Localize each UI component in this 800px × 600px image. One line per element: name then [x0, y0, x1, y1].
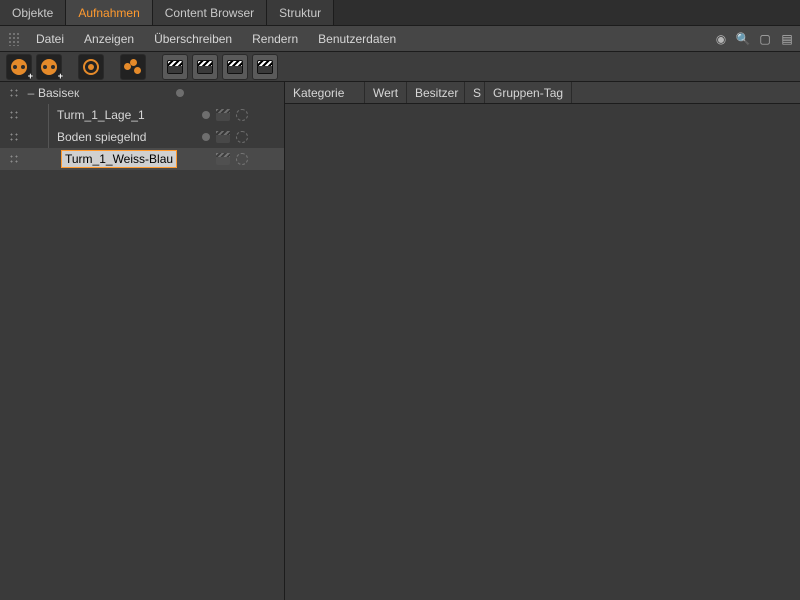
tree-row-boden[interactable]: Boden spiegelnd	[0, 126, 284, 148]
col-besitzer[interactable]: Besitzer	[407, 82, 465, 103]
clapper-icon	[227, 60, 243, 74]
gear-icon[interactable]	[236, 131, 248, 143]
col-s[interactable]: S	[465, 82, 485, 103]
visibility-icon[interactable]	[9, 132, 19, 142]
tab-aufnahmen[interactable]: Aufnahmen	[66, 0, 152, 25]
tree-label: Turm_1_Lage_1	[57, 108, 145, 122]
gear-icon[interactable]	[236, 109, 248, 121]
gear-icon[interactable]	[236, 153, 248, 165]
visibility-icon[interactable]	[9, 154, 19, 164]
molecule-icon	[124, 59, 142, 75]
clapper-icon	[167, 60, 183, 74]
body-area: – Basis ек Turm_1_Lage_1 Boden spiegelnd	[0, 82, 800, 600]
detail-header: Kategorie Wert Besitzer S Gruppen-Tag	[285, 82, 800, 104]
clapper-2-button[interactable]	[192, 54, 218, 80]
clapper-4-button[interactable]	[252, 54, 278, 80]
col-gruppen-tag[interactable]: Gruppen-Tag	[485, 82, 572, 103]
target-button[interactable]	[78, 54, 104, 80]
clapper-small-icon[interactable]	[216, 153, 230, 165]
tree-label: Basis	[38, 86, 67, 100]
clapper-1-button[interactable]	[162, 54, 188, 80]
molecule-button[interactable]	[120, 54, 146, 80]
state-dot-icon[interactable]	[176, 89, 184, 97]
tab-struktur[interactable]: Struktur	[267, 0, 334, 25]
tab-content-browser[interactable]: Content Browser	[153, 0, 267, 25]
window-icon[interactable]: ▢	[758, 32, 772, 46]
visibility-icon[interactable]	[9, 110, 19, 120]
clapper-small-icon[interactable]	[216, 131, 230, 143]
eye-icon[interactable]: ◉	[714, 32, 728, 46]
menu-ueberschreiben[interactable]: Überschreiben	[144, 26, 242, 52]
menubar: Datei Anzeigen Überschreiben Rendern Ben…	[0, 26, 800, 52]
menu-rendern[interactable]: Rendern	[242, 26, 308, 52]
clapper-3-button[interactable]	[222, 54, 248, 80]
tree-row-basis[interactable]: – Basis ек	[0, 82, 284, 104]
clapper-icon	[257, 60, 273, 74]
main-tabbar: Objekte Aufnahmen Content Browser Strukt…	[0, 0, 800, 26]
state-dot-icon[interactable]	[202, 133, 210, 141]
clapper-small-icon[interactable]	[216, 109, 230, 121]
menu-anzeigen[interactable]: Anzeigen	[74, 26, 144, 52]
reel-icon	[11, 59, 27, 75]
drag-handle-icon[interactable]	[8, 32, 20, 46]
reel-add-button[interactable]: +	[6, 54, 32, 80]
col-kategorie[interactable]: Kategorie	[285, 82, 365, 103]
target-icon	[83, 59, 99, 75]
toolbar: + +	[0, 52, 800, 82]
menu-datei[interactable]: Datei	[26, 26, 74, 52]
reel-icon	[41, 59, 57, 75]
detail-panel: Kategorie Wert Besitzer S Gruppen-Tag	[285, 82, 800, 600]
visibility-icon[interactable]	[9, 88, 19, 98]
reel-add-alt-button[interactable]: +	[36, 54, 62, 80]
menu-benutzerdaten[interactable]: Benutzerdaten	[308, 26, 406, 52]
search-icon[interactable]: 🔍	[736, 32, 750, 46]
expand-toggle-icon[interactable]: –	[26, 86, 36, 100]
plus-icon: +	[28, 71, 33, 81]
dock-icon[interactable]: ▤	[780, 32, 794, 46]
tree-row-editing[interactable]: Turm_1_Weiss-Blau	[0, 148, 284, 170]
detail-body	[285, 104, 800, 600]
plus-icon: +	[58, 71, 63, 81]
clapper-icon	[197, 60, 213, 74]
tree-row-turm1[interactable]: Turm_1_Lage_1	[0, 104, 284, 126]
tree-label-edit-input[interactable]: Turm_1_Weiss-Blau	[62, 151, 176, 167]
col-wert[interactable]: Wert	[365, 82, 407, 103]
tree-panel: – Basis ек Turm_1_Lage_1 Boden spiegelnd	[0, 82, 285, 600]
state-dot-icon[interactable]	[202, 111, 210, 119]
tree-label: Boden spiegelnd	[57, 130, 146, 144]
tab-objekte[interactable]: Objekte	[0, 0, 66, 25]
